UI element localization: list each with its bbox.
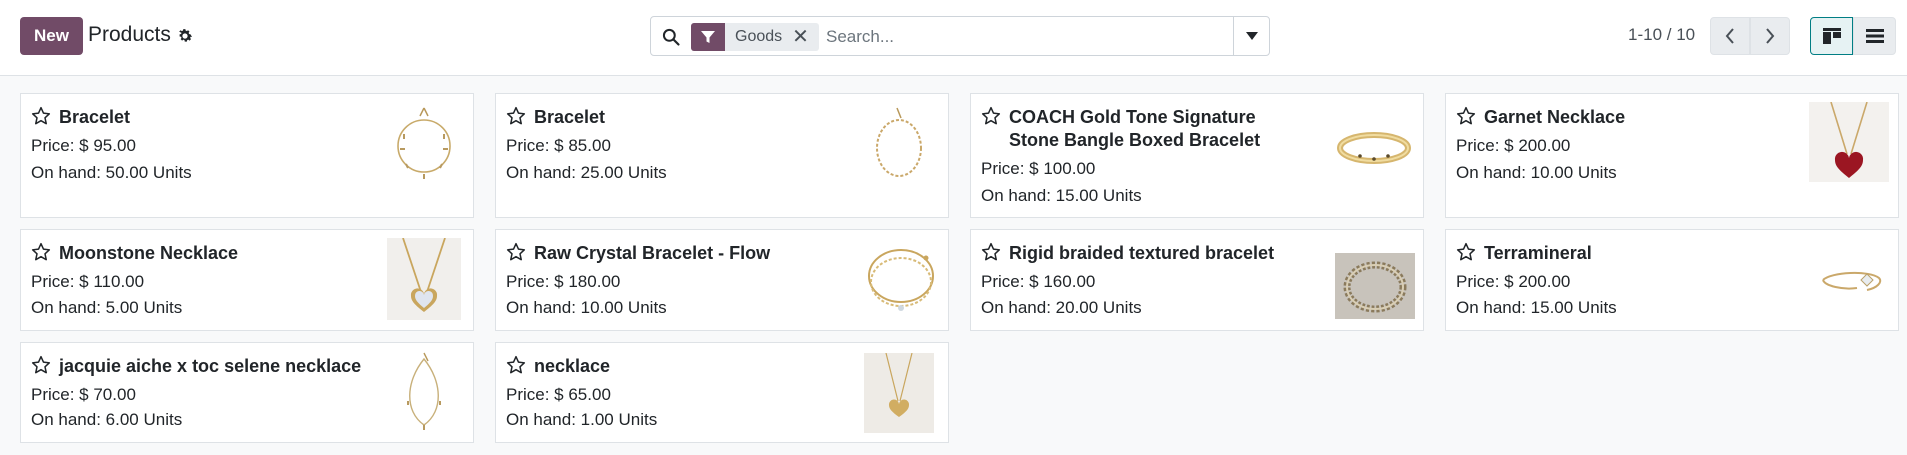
product-image [1809,102,1889,182]
product-on-hand: On hand: 15.00 Units [1456,298,1617,317]
chevron-left-icon [1725,28,1734,44]
product-name: jacquie aiche x toc selene necklace [59,356,362,376]
search-icon[interactable] [661,27,681,47]
pager-next-button[interactable] [1750,17,1790,55]
product-on-hand: On hand: 10.00 Units [506,298,667,317]
product-name: Terramineral [1484,243,1592,263]
star-icon[interactable] [1456,106,1476,126]
product-on-hand: On hand: 10.00 Units [1456,163,1617,182]
product-image [1822,272,1882,291]
star-icon[interactable] [31,242,51,262]
filter-facet: Goods ✕ [691,23,819,51]
product-name: Bracelet [534,107,606,127]
product-on-hand: On hand: 25.00 Units [506,163,667,182]
star-icon[interactable] [506,106,526,126]
facet-label: Goods [735,28,783,45]
product-price: Price: $ 100.00 [981,159,1096,178]
facet-remove-icon[interactable]: ✕ [788,23,819,51]
product-price: Price: $ 200.00 [1456,136,1571,155]
chevron-right-icon [1766,28,1775,44]
pager-value[interactable]: 1-10 / 10 [1628,25,1695,45]
product-on-hand: On hand: 5.00 Units [31,298,183,317]
product-image [387,238,461,320]
kanban-view-button[interactable] [1810,17,1853,55]
product-name: necklace [534,356,611,376]
product-card[interactable]: Raw Crystal Bracelet - Flow Price: $ 180… [495,229,949,331]
product-name: COACH Gold Tone Signature Stone Bangle B… [1009,107,1261,150]
product-price: Price: $ 70.00 [31,385,136,404]
product-name: Raw Crystal Bracelet - Flow [534,243,771,263]
product-name: Rigid braided textured bracelet [1009,243,1275,263]
star-icon[interactable] [981,106,1001,126]
list-view-button[interactable] [1853,17,1896,55]
product-name: Bracelet [59,107,131,127]
product-on-hand: On hand: 20.00 Units [981,298,1142,317]
product-card[interactable]: jacquie aiche x toc selene necklace Pric… [20,342,474,443]
product-price: Price: $ 110.00 [31,272,145,291]
product-image [407,352,441,430]
filter-icon [691,23,725,51]
search-options-toggle[interactable] [1233,17,1269,55]
product-on-hand: On hand: 15.00 Units [981,186,1142,205]
product-card[interactable]: Rigid braided textured bracelet Price: $… [970,229,1424,331]
product-price: Price: $ 200.00 [1456,272,1571,291]
caret-down-icon [1245,32,1258,40]
product-on-hand: On hand: 1.00 Units [506,410,658,429]
product-price: Price: $ 180.00 [506,272,621,291]
search-bar: Goods ✕ [650,16,1270,56]
product-card[interactable]: Terramineral Price: $ 200.00 On hand: 15… [1445,229,1899,331]
product-name: Moonstone Necklace [59,243,239,263]
product-card[interactable]: Bracelet Price: $ 95.00 On hand: 50.00 U… [20,93,474,218]
product-card[interactable]: Moonstone Necklace Price: $ 110.00 On ha… [20,229,474,331]
product-image [864,353,934,433]
product-card[interactable]: Bracelet Price: $ 85.00 On hand: 25.00 U… [495,93,949,218]
product-card[interactable]: necklace Price: $ 65.00 On hand: 1.00 Un… [495,342,949,443]
product-price: Price: $ 85.00 [506,136,611,155]
new-button[interactable]: New [20,17,83,55]
star-icon[interactable] [31,106,51,126]
star-icon[interactable] [1456,242,1476,262]
star-icon[interactable] [506,242,526,262]
product-price: Price: $ 160.00 [981,272,1096,291]
kanban-view-icon [1822,28,1841,44]
product-name: Garnet Necklace [1484,107,1626,127]
page-title: Products [88,23,171,46]
product-image [397,107,451,179]
product-card[interactable]: COACH Gold Tone Signature Stone Bangle B… [970,93,1424,218]
product-image [868,249,934,311]
search-input[interactable] [826,23,1226,51]
star-icon[interactable] [31,355,51,375]
product-on-hand: On hand: 50.00 Units [31,163,192,182]
control-panel: New Products Goods ✕ 1-10 / 10 [0,0,1907,76]
product-price: Price: $ 65.00 [506,385,611,404]
product-image [1337,132,1411,164]
product-price: Price: $ 95.00 [31,136,136,155]
product-image [1335,253,1415,319]
product-on-hand: On hand: 6.00 Units [31,410,183,429]
list-view-icon [1865,29,1884,43]
star-icon[interactable] [981,242,1001,262]
product-card[interactable]: Garnet Necklace Price: $ 200.00 On hand:… [1445,93,1899,218]
gear-icon[interactable] [176,27,194,45]
product-image [876,107,922,177]
star-icon[interactable] [506,355,526,375]
pager-previous-button[interactable] [1710,17,1750,55]
